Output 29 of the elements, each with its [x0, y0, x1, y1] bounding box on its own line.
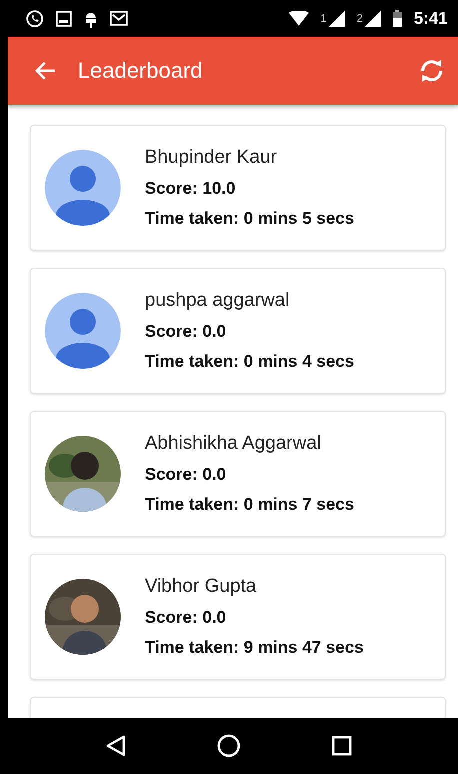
player-name: Abhishikha Aggarwal	[145, 433, 322, 455]
battery-icon	[392, 10, 402, 27]
time-taken-text: Time taken: 9 mins 47 secs	[145, 638, 364, 658]
player-name: Vibhor Gupta	[145, 576, 258, 598]
sim-label: 1	[320, 12, 327, 24]
recents-nav-button[interactable]	[332, 736, 352, 756]
avatar-icon	[45, 150, 121, 226]
player-name: Bhupinder Kaur	[145, 147, 278, 169]
back-nav-button[interactable]	[106, 735, 126, 757]
score-text: Score: 0.0	[145, 608, 228, 628]
time-taken-text: Time taken: 0 mins 7 secs	[145, 495, 354, 515]
time-taken-text: Time taken: 0 mins 5 secs	[145, 209, 354, 229]
mail-icon	[110, 11, 128, 26]
signal-icon	[328, 10, 345, 26]
back-button[interactable]	[34, 61, 56, 81]
avatar-icon	[45, 293, 121, 369]
time-taken-text: Time taken: 0 mins 4 secs	[145, 352, 354, 372]
score-text: Score: 10.0	[145, 179, 237, 199]
home-nav-button[interactable]	[216, 734, 241, 758]
screen-title: Leaderboard	[78, 58, 204, 84]
sim-label: 2	[356, 12, 363, 24]
chat-icon	[26, 10, 44, 28]
wifi-icon	[288, 11, 309, 26]
player-name: pushpa aggarwal	[145, 290, 291, 312]
score-text: Score: 0.0	[145, 322, 228, 342]
signal-icon	[364, 10, 381, 26]
score-text: Score: 0.0	[145, 465, 228, 485]
status-time: 5:41	[414, 8, 448, 28]
image-icon	[56, 10, 72, 26]
